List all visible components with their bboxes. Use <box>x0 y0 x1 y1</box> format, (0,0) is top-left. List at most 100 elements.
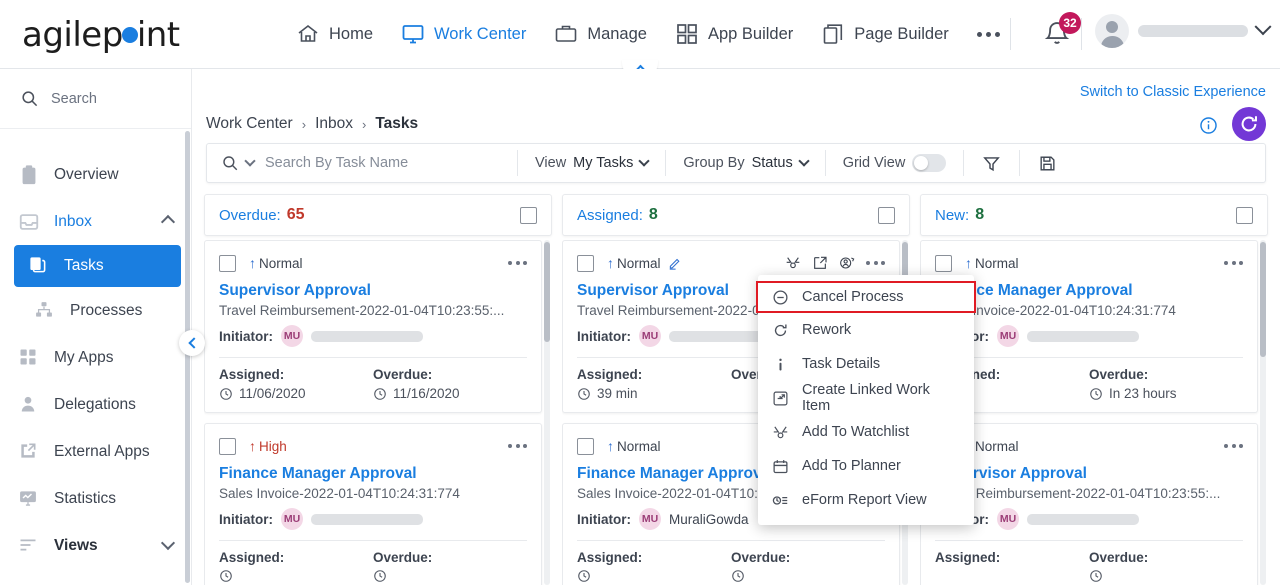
sidebar-item-my-apps[interactable]: My Apps <box>0 334 191 381</box>
column-header: New: 8 <box>920 194 1268 236</box>
context-menu-item-cancel-process[interactable]: Cancel Process <box>756 281 976 313</box>
initiator-label: Initiator: <box>577 511 631 527</box>
sidebar-item-delegations[interactable]: Delegations <box>0 381 191 428</box>
nav-label-home: Home <box>329 24 374 43</box>
priority-badge: ↑ Normal <box>607 439 661 454</box>
reassign-icon[interactable] <box>839 255 855 271</box>
briefcase-icon <box>554 22 578 46</box>
task-more-options-button[interactable] <box>508 444 527 448</box>
nav-item-manage[interactable]: Manage <box>540 0 661 68</box>
chevron-down-icon[interactable] <box>244 155 256 167</box>
grid-view-toggle[interactable]: Grid View <box>826 154 964 172</box>
task-more-options-button[interactable] <box>866 261 885 265</box>
breadcrumb-work-center[interactable]: Work Center <box>206 115 293 133</box>
group-by-selector[interactable]: Group By Status <box>666 155 824 171</box>
initiator-name-redacted <box>311 330 423 342</box>
view-selector[interactable]: View My Tasks <box>518 155 665 171</box>
filter-button[interactable] <box>964 154 1019 173</box>
nav-item-home[interactable]: Home <box>282 0 387 68</box>
column-scrollbar[interactable] <box>544 242 550 342</box>
column-title: New: <box>935 206 970 224</box>
notifications-button[interactable]: 32 <box>1042 12 1081 52</box>
agilepoint-logo[interactable]: agilep int <box>22 15 180 55</box>
edit-priority-icon[interactable] <box>668 256 682 270</box>
user-menu[interactable] <box>1095 14 1272 48</box>
task-checkbox[interactable] <box>935 254 952 272</box>
sidebar-search[interactable]: Search <box>0 69 191 129</box>
sidebar-label-external-apps: External Apps <box>54 442 150 460</box>
assigned-label: Assigned: <box>935 550 1001 565</box>
column-select-all-checkbox[interactable] <box>520 206 537 224</box>
sidebar-item-tasks[interactable]: Tasks <box>14 245 181 287</box>
context-menu-item-create-linked-work-item[interactable]: Create Linked Work Item <box>758 381 974 415</box>
overdue-value-row: 11/16/2020 <box>373 386 527 401</box>
context-menu-label: Add To Watchlist <box>802 424 910 440</box>
save-button[interactable] <box>1020 154 1075 173</box>
task-title[interactable]: Supervisor Approval <box>219 282 527 300</box>
task-checkbox[interactable] <box>219 437 236 455</box>
apps-icon <box>18 347 40 369</box>
nav-item-work-center[interactable]: Work Center <box>387 0 540 68</box>
assigned-label: Assigned: <box>219 550 285 565</box>
task-checkbox[interactable] <box>219 254 236 272</box>
assigned-value: 11/06/2020 <box>239 386 306 401</box>
task-checkbox[interactable] <box>577 254 594 272</box>
sidebar-label-tasks: Tasks <box>64 257 104 274</box>
refresh-button[interactable] <box>1232 107 1266 141</box>
initiator-avatar: MU <box>281 508 303 530</box>
watchlist-icon <box>772 424 789 441</box>
watchlist-icon[interactable] <box>785 255 801 271</box>
task-title[interactable]: Supervisor Approval <box>935 465 1243 483</box>
context-menu-item-task-details[interactable]: Task Details <box>758 347 974 381</box>
sidebar-item-statistics[interactable]: Statistics <box>0 475 191 522</box>
card-header: ↑ Normal <box>577 253 885 273</box>
breadcrumb-tasks[interactable]: Tasks <box>375 115 418 133</box>
switch-to-classic-link[interactable]: Switch to Classic Experience <box>1080 84 1266 100</box>
nav-item-page-builder[interactable]: Page Builder <box>807 0 962 68</box>
sidebar-item-views[interactable]: Views <box>0 522 191 569</box>
context-menu-item-add-to-watchlist[interactable]: Add To Watchlist <box>758 415 974 449</box>
context-menu-label: Cancel Process <box>802 289 904 305</box>
task-title[interactable]: Finance Manager Approval <box>219 465 527 483</box>
toggle-switch[interactable] <box>912 154 947 172</box>
sidebar-collapse-button[interactable] <box>179 330 205 356</box>
clock-icon <box>1089 387 1103 401</box>
initiator-name-redacted <box>1027 330 1139 342</box>
column-select-all-checkbox[interactable] <box>1236 206 1253 224</box>
context-menu-item-add-to-planner[interactable]: Add To Planner <box>758 449 974 483</box>
sidebar-item-processes[interactable]: Processes <box>0 287 191 334</box>
info-icon[interactable] <box>1199 116 1218 135</box>
sidebar: Search Overview Inbox Tasks Processes My… <box>0 69 192 585</box>
task-title[interactable]: Finance Manager Approval <box>935 282 1243 300</box>
context-menu-item-rework[interactable]: Rework <box>758 313 974 347</box>
refresh-icon <box>1238 113 1260 135</box>
open-external-icon[interactable] <box>812 255 828 271</box>
priority-badge: ↑ Normal <box>249 256 303 271</box>
overdue-value-row <box>373 569 527 583</box>
sidebar-item-inbox[interactable]: Inbox <box>0 198 191 245</box>
card-actions <box>508 444 527 448</box>
column-scrollbar[interactable] <box>1260 242 1266 357</box>
task-card[interactable]: ↑ Normal Supervisor Approval Travel Reim… <box>204 240 542 413</box>
sidebar-scrollbar[interactable] <box>185 131 190 583</box>
task-search-field[interactable]: Search By Task Name <box>207 154 517 172</box>
chevron-down-icon <box>1254 18 1272 36</box>
context-menu-item-eform-report-view[interactable]: eForm Report View <box>758 483 974 517</box>
task-checkbox[interactable] <box>577 437 594 455</box>
task-more-options-button[interactable] <box>508 261 527 265</box>
task-card[interactable]: ↑ High Finance Manager Approval Sales In… <box>204 423 542 585</box>
task-subtitle: Sales Invoice-2022-01-04T10:24:31:774 <box>219 486 460 501</box>
sidebar-item-external-apps[interactable]: External Apps <box>0 428 191 475</box>
nav-more-button[interactable] <box>967 31 1010 37</box>
card-header: ↑ High <box>219 436 527 456</box>
task-more-options-button[interactable] <box>1224 261 1243 265</box>
header-divider-2 <box>1081 18 1082 50</box>
column-select-all-checkbox[interactable] <box>878 206 895 224</box>
clock-icon <box>577 569 591 583</box>
breadcrumb-inbox[interactable]: Inbox <box>315 115 353 133</box>
task-more-options-button[interactable] <box>1224 444 1243 448</box>
sidebar-item-overview[interactable]: Overview <box>0 151 191 198</box>
nav-item-app-builder[interactable]: App Builder <box>661 0 807 68</box>
statistics-icon <box>18 488 40 510</box>
card-footer: Assigned: Overdue: <box>577 550 885 583</box>
